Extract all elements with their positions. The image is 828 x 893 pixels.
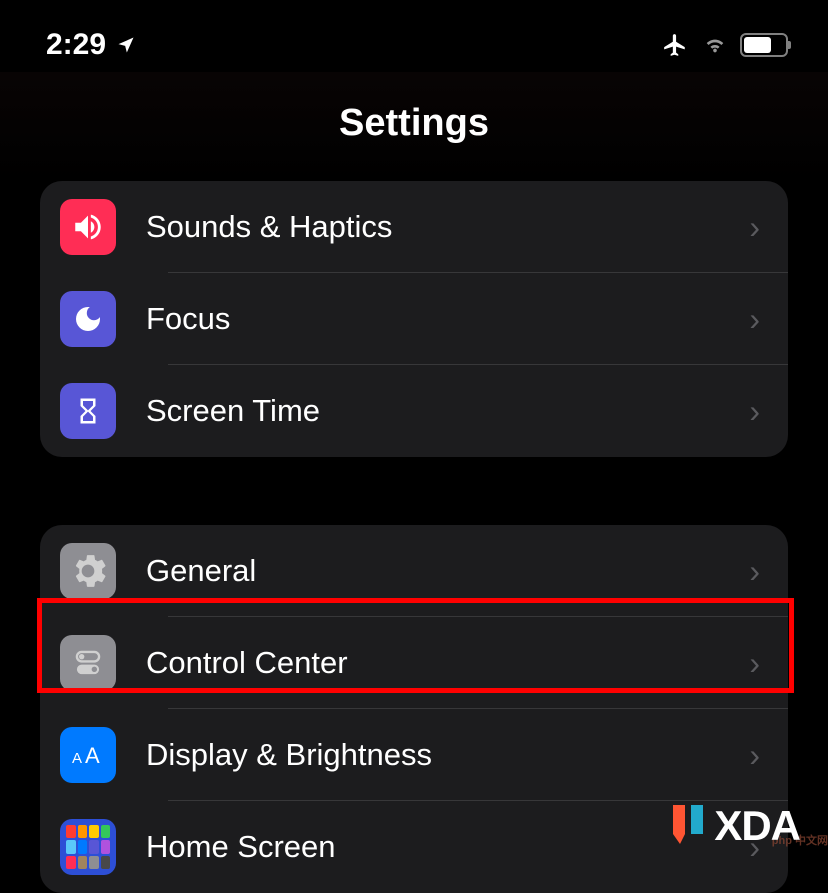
chevron-right-icon: › (749, 209, 760, 246)
watermark-xda: XDA (670, 802, 800, 850)
wifi-icon (702, 34, 728, 56)
speaker-icon (60, 199, 116, 255)
xda-logo-icon (670, 802, 706, 850)
watermark-text: XDA (714, 802, 800, 850)
page-title: Settings (0, 102, 828, 145)
battery-icon (740, 33, 788, 57)
row-label: Sounds & Haptics (146, 209, 749, 245)
status-left: 2:29 (46, 28, 136, 62)
chevron-right-icon: › (749, 645, 760, 682)
row-label: Control Center (146, 645, 749, 681)
row-label: Focus (146, 301, 749, 337)
page-header: Settings (0, 72, 828, 181)
chevron-right-icon: › (749, 737, 760, 774)
moon-icon (60, 291, 116, 347)
text-size-icon: A A (60, 727, 116, 783)
row-label: Screen Time (146, 393, 749, 429)
status-right (660, 32, 788, 58)
row-screen-time[interactable]: Screen Time › (40, 365, 788, 457)
settings-group-1: Sounds & Haptics › Focus › Screen Time › (40, 181, 788, 457)
status-time: 2:29 (46, 28, 106, 62)
chevron-right-icon: › (749, 393, 760, 430)
row-focus[interactable]: Focus › (40, 273, 788, 365)
status-bar: 2:29 (0, 0, 828, 72)
airplane-icon (660, 32, 690, 58)
apps-grid-icon (60, 819, 116, 875)
toggles-icon (60, 635, 116, 691)
row-general[interactable]: General › (40, 525, 788, 617)
row-control-center[interactable]: Control Center › (40, 617, 788, 709)
row-label: Display & Brightness (146, 737, 749, 773)
chevron-right-icon: › (749, 301, 760, 338)
svg-text:A: A (72, 750, 82, 767)
chevron-right-icon: › (749, 553, 760, 590)
row-label: Home Screen (146, 829, 749, 865)
location-icon (116, 35, 136, 55)
row-label: General (146, 553, 749, 589)
row-display-brightness[interactable]: A A Display & Brightness › (40, 709, 788, 801)
hourglass-icon (60, 383, 116, 439)
gear-icon (60, 543, 116, 599)
row-sounds-haptics[interactable]: Sounds & Haptics › (40, 181, 788, 273)
svg-text:A: A (85, 743, 100, 768)
